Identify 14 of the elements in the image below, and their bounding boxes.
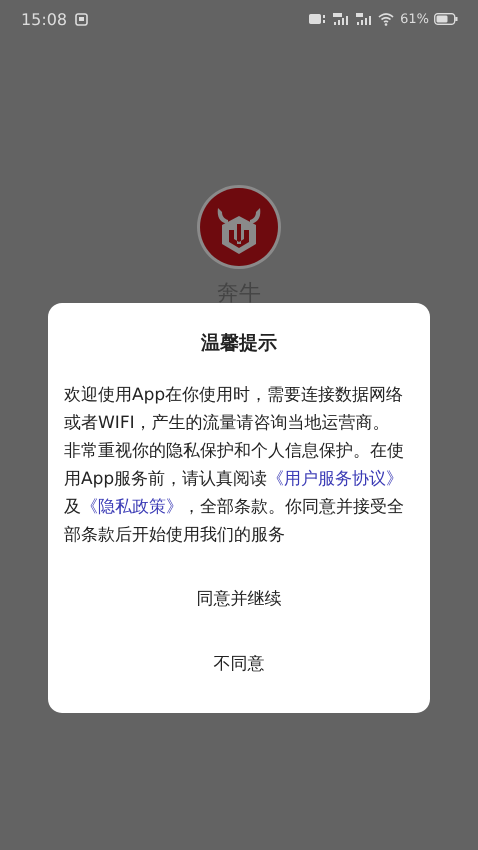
decline-button[interactable]: 不同意 (194, 640, 284, 687)
policy-link[interactable]: 《隐私政策》 (81, 497, 183, 517)
bull-logo-icon (196, 184, 282, 270)
signal-icon (355, 12, 374, 26)
policy-link[interactable]: 《用户服务协议》 (267, 469, 404, 489)
wifi-icon (378, 12, 396, 26)
signal-icon (332, 12, 350, 26)
battery-icon (434, 13, 458, 25)
notification-icon (75, 12, 88, 26)
battery-percent: 61% (400, 12, 429, 26)
dialog-message: 欢迎使用App在你使用时，需要连接数据网络或者WIFI，产生的流量请咨询当地运营商。非常重视你的隐私保护和个人信息保护。在使用App服务前，请认真阅读《用户服务协议》 及《隐私政策》，全部条款。你同意并接受全部条款后开始使用我们的服务 (64, 384, 404, 547)
agree-button[interactable]: 同意并继续 (176, 575, 302, 622)
dialog-title: 温馨提示 (200, 331, 278, 355)
status-time: 15:08 (21, 10, 68, 28)
